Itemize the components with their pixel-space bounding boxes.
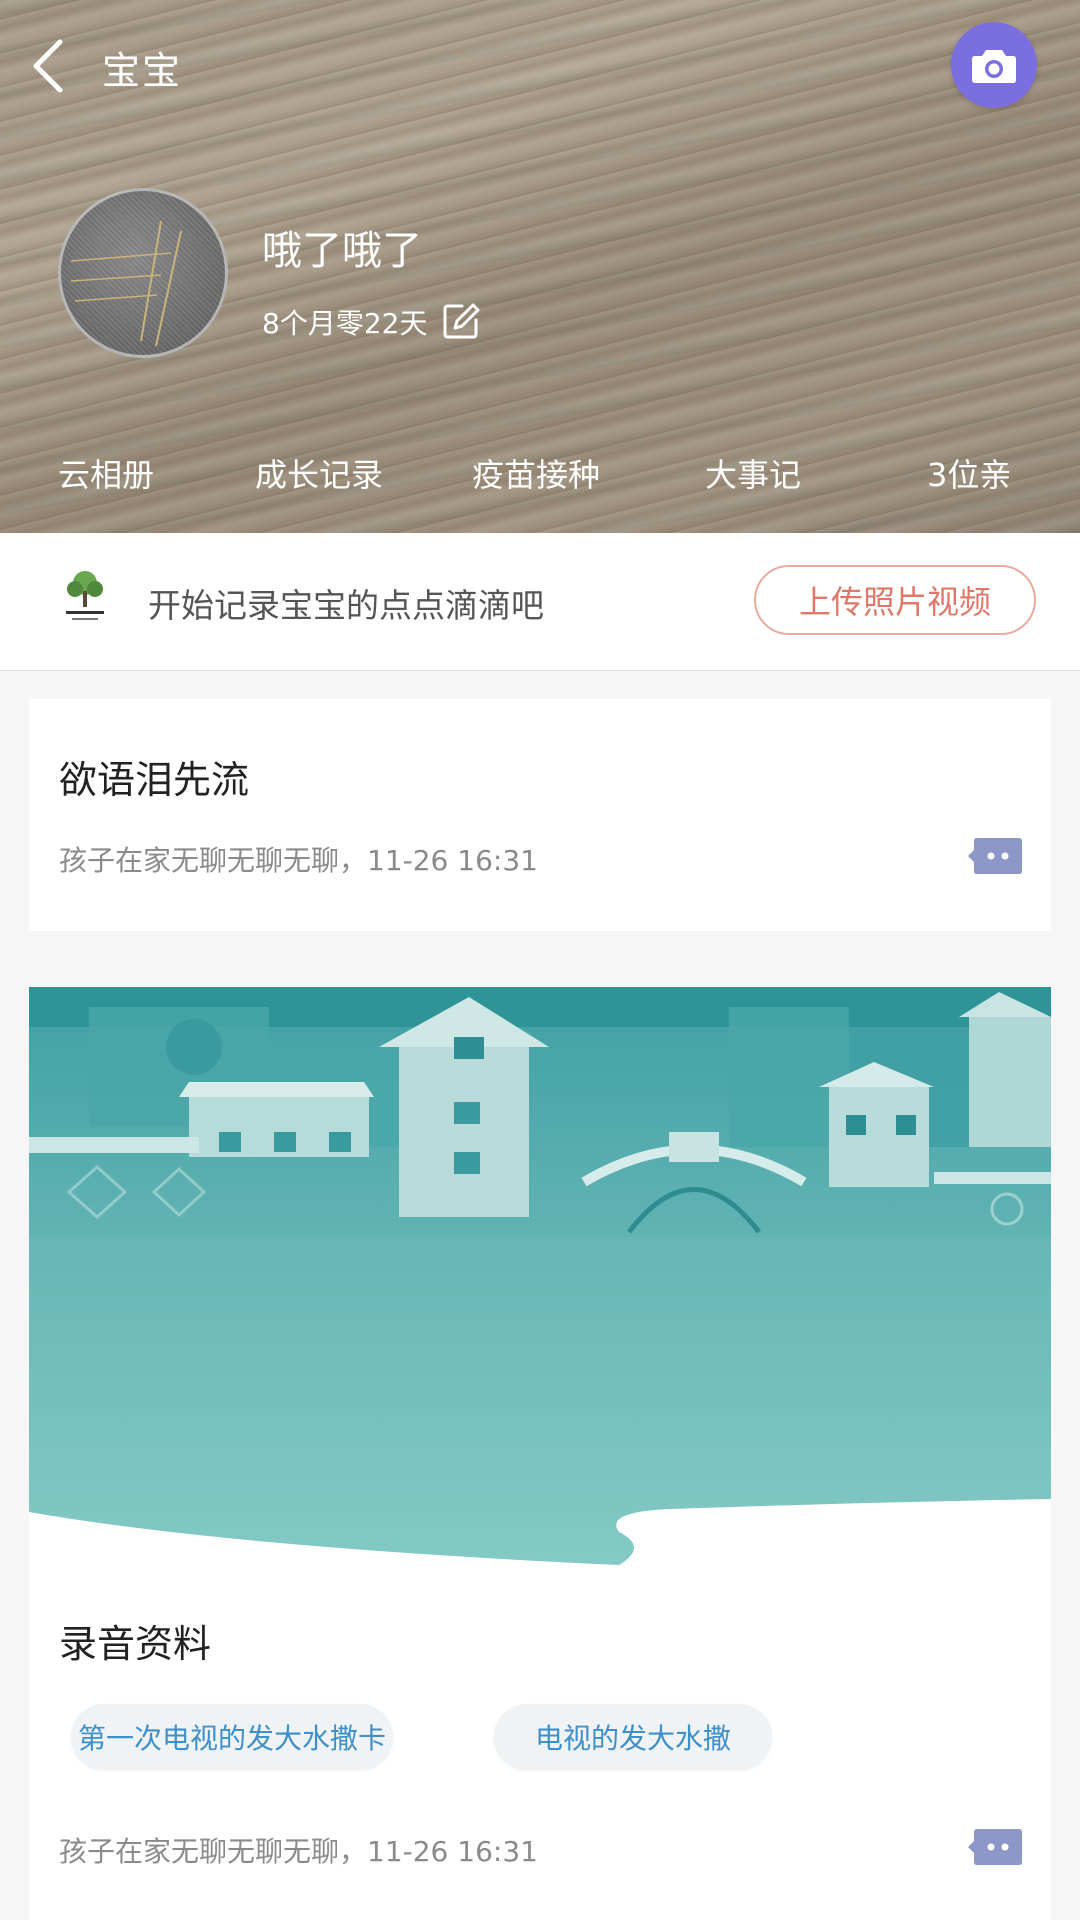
camera-icon [972,50,1016,83]
baby-name: 哦了哦了 [262,228,422,274]
page-title: 宝宝 [102,49,183,93]
camera-button[interactable] [951,22,1037,108]
post-card[interactable]: 录音资料 第一次电视的发大水撒卡 电视的发大水撒 孩子在家无聊无聊无聊，11-2… [29,987,1051,1920]
post-meta: 孩子在家无聊无聊无聊，11-26 16:31 [59,1835,538,1868]
nav-cloud-album[interactable]: 云相册 [58,450,154,496]
nav-growth-record[interactable]: 成长记录 [255,450,383,496]
post-title: 欲语泪先流 [59,758,250,802]
profile-nav: 云相册 成长记录 疫苗接种 大事记 3位亲 [0,450,1080,500]
profile-header: 宝宝 哦了哦了 8个月零22天 云相册 成长记录 疫苗接种 大事记 3位亲 [0,0,1080,533]
post-meta: 孩子在家无聊无聊无聊，11-26 16:31 [59,844,538,877]
post-card[interactable]: 欲语泪先流 孩子在家无聊无聊无聊，11-26 16:31 [29,699,1051,931]
post-title: 录音资料 [59,1622,212,1666]
comment-icon[interactable] [967,1827,1023,1867]
back-arrow-icon[interactable] [30,38,70,94]
prompt-text: 开始记录宝宝的点点滴滴吧 [148,586,544,625]
tree-logo-icon [66,571,104,620]
record-prompt-bar: 开始记录宝宝的点点滴滴吧 上传照片视频 [0,533,1080,671]
nav-vaccination[interactable]: 疫苗接种 [472,450,600,496]
edit-icon[interactable] [442,302,480,340]
avatar-pattern [70,220,182,347]
comment-icon[interactable] [967,836,1023,876]
nav-relatives[interactable]: 3位亲 [927,450,1011,496]
post-tag[interactable]: 第一次电视的发大水撒卡 [71,1704,393,1770]
nav-milestones[interactable]: 大事记 [705,450,801,496]
town-illustration [29,987,1051,1565]
baby-age: 8个月零22天 [262,307,428,340]
baby-avatar[interactable] [58,188,228,358]
upload-photo-video-button[interactable]: 上传照片视频 [754,565,1036,635]
post-tag[interactable]: 电视的发大水撒 [494,1704,772,1770]
